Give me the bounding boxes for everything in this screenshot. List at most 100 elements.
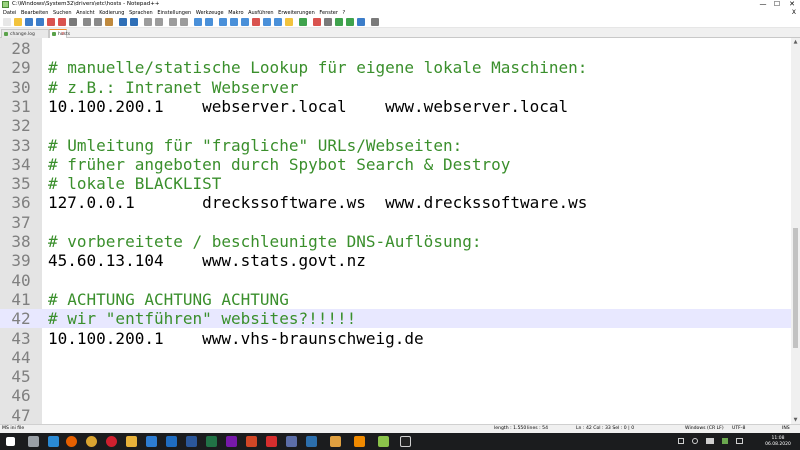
- cut-icon[interactable]: [83, 18, 91, 26]
- close-window-button[interactable]: ✕: [785, 0, 799, 9]
- zoom-out-icon[interactable]: [180, 18, 188, 26]
- battery-icon[interactable]: [706, 438, 714, 444]
- tray-app-icon[interactable]: [722, 438, 728, 444]
- replace-icon[interactable]: [155, 18, 163, 26]
- menu-fenster[interactable]: Fenster: [317, 9, 340, 17]
- function-list-icon[interactable]: [274, 18, 282, 26]
- powerpoint-icon[interactable]: [246, 436, 257, 447]
- udl-icon[interactable]: [252, 18, 260, 26]
- system-clock[interactable]: 11:08 06.08.2020: [758, 433, 798, 450]
- editor-line[interactable]: 30 # z.B.: Intranet Webserver: [0, 78, 791, 97]
- menu-bearbeiten[interactable]: Bearbeiten: [19, 9, 51, 17]
- find-icon[interactable]: [144, 18, 152, 26]
- save-all-icon[interactable]: [36, 18, 44, 26]
- open-file-icon[interactable]: [14, 18, 22, 26]
- close-icon[interactable]: [47, 18, 55, 26]
- editor-line[interactable]: 42 # wir "entführen" websites?!!!!!: [0, 309, 791, 329]
- minimize-button[interactable]: —: [756, 0, 770, 9]
- acrobat-icon[interactable]: [266, 436, 277, 447]
- editor-line[interactable]: 46: [0, 386, 791, 405]
- outlook-icon[interactable]: [166, 436, 177, 447]
- menu-erweiterungen[interactable]: Erweiterungen: [276, 9, 317, 17]
- record-macro-icon[interactable]: [313, 18, 321, 26]
- editor-line[interactable]: 36 127.0.0.1 dreckssoftware.ws www.drecks…: [0, 193, 791, 212]
- new-file-icon[interactable]: [3, 18, 11, 26]
- windows-start-icon[interactable]: [6, 437, 15, 446]
- vlc-icon[interactable]: [354, 436, 365, 447]
- editor-line[interactable]: 31 10.100.200.1 webserver.local www.webse…: [0, 97, 791, 116]
- edge-icon[interactable]: [48, 436, 59, 447]
- menu-help[interactable]: ?: [340, 9, 347, 17]
- wrap-icon[interactable]: [219, 18, 227, 26]
- paste-icon[interactable]: [105, 18, 113, 26]
- editor-line[interactable]: 47: [0, 406, 791, 424]
- folder-workspace-icon[interactable]: [285, 18, 293, 26]
- play-macro-icon[interactable]: [335, 18, 343, 26]
- menu-ausfuehren[interactable]: Ausführen: [246, 9, 276, 17]
- undo-icon[interactable]: [119, 18, 127, 26]
- notepadpp-icon[interactable]: [378, 436, 389, 447]
- sync-h-icon[interactable]: [205, 18, 213, 26]
- editor-line[interactable]: 44: [0, 348, 791, 367]
- print-icon[interactable]: [69, 18, 77, 26]
- menu-kodierung[interactable]: Kodierung: [97, 9, 127, 17]
- menu-werkzeuge[interactable]: Werkzeuge: [194, 9, 226, 17]
- menu-sprachen[interactable]: Sprachen: [127, 9, 155, 17]
- editor-line[interactable]: 43 10.100.200.1 www.vhs-braunschweig.de: [0, 329, 791, 348]
- close-all-icon[interactable]: [58, 18, 66, 26]
- sync-v-icon[interactable]: [194, 18, 202, 26]
- monitoring-icon[interactable]: [299, 18, 307, 26]
- save-icon[interactable]: [25, 18, 33, 26]
- editor-area[interactable]: 28 29 # manuelle/statische Lookup für eige…: [0, 38, 791, 424]
- network-icon[interactable]: [678, 438, 684, 444]
- editor-line[interactable]: 29 # manuelle/statische Lookup für eigene…: [0, 58, 791, 77]
- copy-icon[interactable]: [94, 18, 102, 26]
- task-view-icon[interactable]: [28, 436, 39, 447]
- save-macro-icon[interactable]: [357, 18, 365, 26]
- menu-datei[interactable]: Datei: [0, 9, 19, 17]
- all-chars-icon[interactable]: [230, 18, 238, 26]
- editor-line[interactable]: 35 # lokale BLACKLIST: [0, 174, 791, 193]
- scrollbar-thumb[interactable]: [793, 228, 798, 348]
- editor-line[interactable]: 45: [0, 367, 791, 386]
- onenote-icon[interactable]: [226, 436, 237, 447]
- editor-line[interactable]: 39 45.60.13.104 www.stats.govt.nz: [0, 251, 791, 270]
- spellcheck-icon[interactable]: [371, 18, 379, 26]
- notification-icon[interactable]: [736, 438, 743, 444]
- menu-ansicht[interactable]: Ansicht: [74, 9, 97, 17]
- close-document-button[interactable]: X: [792, 9, 796, 17]
- mail-icon[interactable]: [146, 436, 157, 447]
- stop-macro-icon[interactable]: [324, 18, 332, 26]
- editor-line[interactable]: 38 # vorbereitete / beschleunigte DNS-Auf…: [0, 232, 791, 251]
- menu-suchen[interactable]: Suchen: [51, 9, 74, 17]
- editor-line[interactable]: 41 # ACHTUNG ACHTUNG ACHTUNG: [0, 290, 791, 309]
- chrome-icon[interactable]: [86, 436, 97, 447]
- editor-line[interactable]: 32: [0, 116, 791, 135]
- firefox-icon[interactable]: [66, 436, 77, 447]
- terminal-icon[interactable]: [306, 436, 317, 447]
- indent-guide-icon[interactable]: [241, 18, 249, 26]
- excel-icon[interactable]: [206, 436, 217, 447]
- editor-line[interactable]: 40: [0, 271, 791, 290]
- volume-icon[interactable]: [692, 438, 698, 444]
- menu-einstellungen[interactable]: Einstellungen: [155, 9, 194, 17]
- redo-icon[interactable]: [130, 18, 138, 26]
- menu-makro[interactable]: Makro: [226, 9, 246, 17]
- word-icon[interactable]: [186, 436, 197, 447]
- vertical-scrollbar[interactable]: ▲ ▼: [791, 38, 800, 424]
- zoom-in-icon[interactable]: [169, 18, 177, 26]
- opera-icon[interactable]: [106, 436, 117, 447]
- cmd-icon[interactable]: [400, 436, 411, 447]
- doc-map-icon[interactable]: [263, 18, 271, 26]
- folder-icon[interactable]: [126, 436, 137, 447]
- tab-hosts[interactable]: hosts ×: [49, 29, 70, 38]
- editor-line[interactable]: 37: [0, 213, 791, 232]
- putty-icon[interactable]: [286, 436, 297, 447]
- maximize-button[interactable]: ☐: [770, 0, 784, 9]
- tab-change-log[interactable]: change.log: [1, 29, 49, 38]
- scroll-up-icon[interactable]: ▲: [791, 38, 800, 46]
- editor-line[interactable]: 34 # früher angeboten durch Spybot Search…: [0, 155, 791, 174]
- scroll-down-icon[interactable]: ▼: [791, 416, 800, 424]
- editor-line[interactable]: 28: [0, 39, 791, 58]
- paint-icon[interactable]: [330, 436, 341, 447]
